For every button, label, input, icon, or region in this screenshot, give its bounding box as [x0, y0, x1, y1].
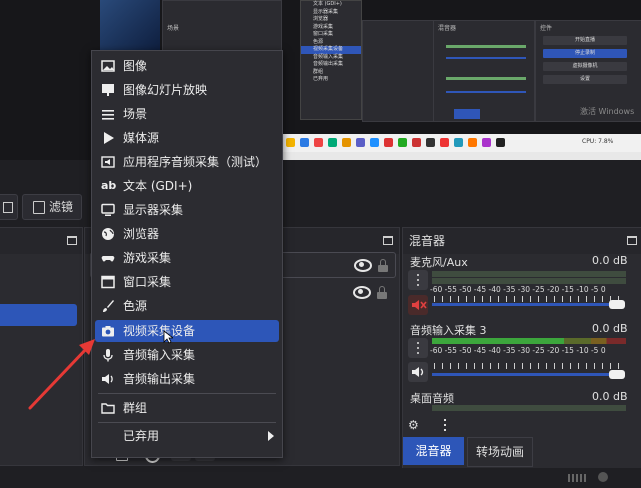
annotation-arrow-icon [28, 339, 95, 410]
